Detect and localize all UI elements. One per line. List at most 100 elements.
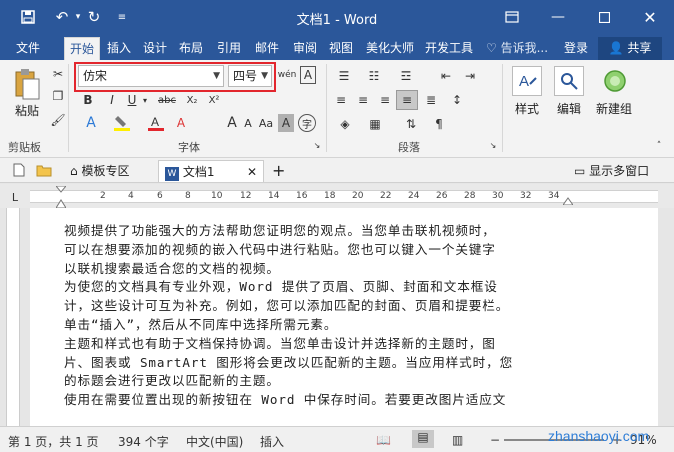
word-count[interactable]: 394 个字 — [118, 433, 169, 450]
tab-view[interactable]: 视图 — [324, 37, 358, 60]
bullets-icon[interactable]: ☰ — [332, 68, 356, 84]
close-icon[interactable]: ✕ — [247, 161, 257, 183]
align-center-icon[interactable]: ≡ — [354, 92, 372, 108]
paste-icon[interactable] — [12, 66, 42, 102]
vertical-ruler[interactable] — [6, 208, 20, 426]
change-case-icon[interactable]: Aa — [256, 114, 276, 132]
subscript-button[interactable]: X₂ — [182, 92, 202, 108]
align-left-icon[interactable]: ≡ — [332, 92, 350, 108]
text-effects-icon[interactable]: A — [82, 114, 100, 132]
borders-icon[interactable]: ▦ — [366, 116, 384, 132]
numbering-icon[interactable]: ☷ — [362, 68, 386, 84]
tab-design[interactable]: 设计 — [138, 37, 172, 60]
enclose-char-icon[interactable]: 字 — [298, 114, 316, 132]
tab-stop-icon[interactable]: L — [8, 190, 22, 204]
close-button[interactable]: ✕ — [632, 0, 668, 34]
shrink-font-icon[interactable]: A — [240, 114, 256, 132]
ruler-number: 18 — [324, 191, 336, 201]
bold-button[interactable]: B — [80, 92, 96, 108]
find-icon[interactable] — [554, 66, 584, 96]
read-mode-icon[interactable]: 📖 — [376, 433, 391, 447]
superscript-button[interactable]: X² — [204, 92, 224, 108]
horizontal-ruler[interactable]: L 2 4 6 8 10 12 14 16 18 20 22 24 26 28 … — [0, 184, 674, 208]
strikethrough-button[interactable]: abc — [156, 92, 178, 108]
cut-icon[interactable]: ✂ — [50, 66, 66, 82]
justify-icon[interactable]: ≡ — [396, 90, 418, 110]
tab-references[interactable]: 引用 — [212, 37, 246, 60]
tell-me-box[interactable]: ♡ 告诉我... — [486, 37, 548, 60]
doc-line: 单击“插入”，然后从不同库中选择所需元素。 — [64, 316, 338, 332]
line-spacing-icon[interactable]: ↕ — [446, 92, 468, 108]
insert-mode[interactable]: 插入 — [260, 433, 284, 450]
clear-format-icon[interactable]: A — [172, 114, 190, 132]
new-group-icon[interactable] — [600, 66, 630, 96]
highlight-icon[interactable] — [112, 114, 132, 132]
collapse-ribbon-icon[interactable]: ˄ — [652, 140, 666, 152]
vertical-scrollbar[interactable] — [658, 208, 674, 426]
indent-marker-icon[interactable] — [55, 186, 67, 208]
sort-icon[interactable]: ⇅ — [402, 116, 420, 132]
zoom-out-icon[interactable]: − — [490, 433, 500, 447]
copy-icon[interactable]: ❐ — [50, 88, 66, 104]
distributed-icon[interactable]: ≣ — [422, 92, 440, 108]
show-multi-window-button[interactable]: ▭ 显示多窗口 — [574, 160, 670, 182]
document-tab-bar: ⌂ 模板专区 W 文档1 ✕ + ▭ 显示多窗口 — [0, 158, 674, 183]
phonetic-guide-icon[interactable]: wén — [278, 66, 297, 84]
home-icon: ⌂ — [70, 164, 78, 178]
tab-layout[interactable]: 布局 — [174, 37, 208, 60]
underline-button[interactable]: U — [124, 92, 140, 108]
tab-document1[interactable]: W 文档1 ✕ — [158, 160, 264, 182]
ribbon-options-icon[interactable] — [494, 0, 530, 34]
grow-font-icon[interactable]: A — [224, 114, 240, 132]
language-indicator[interactable]: 中文(中国) — [186, 433, 243, 450]
document-page[interactable]: 视频提供了功能强大的方法帮助您证明您的观点。当您单击联机视频时， 可以在想要添加… — [30, 208, 658, 426]
styles-label: 样式 — [514, 102, 539, 116]
right-indent-marker-icon[interactable] — [563, 196, 573, 206]
share-button[interactable]: 👤 共享 — [598, 37, 662, 60]
tab-developer[interactable]: 开发工具 — [420, 37, 478, 60]
paragraph-dialog-launcher-icon[interactable]: ↘ — [488, 140, 498, 150]
ruler-number: 14 — [268, 191, 280, 201]
ruler-number: 8 — [185, 191, 191, 201]
ruler-number: 12 — [240, 191, 252, 201]
increase-indent-icon[interactable]: ⇥ — [460, 68, 480, 84]
doc-line: 可以在想要添加的视频的嵌入代码中进行粘贴。您也可以键入一个关键字 — [64, 241, 496, 257]
share-label: 共享 — [627, 41, 652, 55]
ruler-number: 10 — [211, 191, 223, 201]
page-count[interactable]: 第 1 页，共 1 页 — [8, 433, 99, 450]
tab-file[interactable]: 文件 — [8, 37, 48, 60]
minimize-button[interactable]: — — [540, 0, 576, 34]
format-painter-icon[interactable]: 🖌 — [50, 112, 66, 128]
styles-icon[interactable]: A — [512, 66, 542, 96]
add-tab-button[interactable]: + — [272, 160, 290, 182]
tab-mailings[interactable]: 邮件 — [250, 37, 284, 60]
multilevel-list-icon[interactable]: ☲ — [394, 68, 418, 84]
tab-review[interactable]: 审阅 — [288, 37, 322, 60]
tab-template-zone[interactable]: ⌂ 模板专区 — [70, 160, 154, 182]
show-marks-icon[interactable]: ¶ — [430, 116, 448, 132]
shading-icon[interactable]: ◈ — [336, 116, 354, 132]
italic-button[interactable]: I — [104, 92, 120, 108]
ruler-number: 6 — [157, 191, 163, 201]
char-shading-icon[interactable]: A — [278, 114, 294, 132]
decrease-indent-icon[interactable]: ⇤ — [436, 68, 456, 84]
align-right-icon[interactable]: ≡ — [376, 92, 394, 108]
font-dialog-launcher-icon[interactable]: ↘ — [312, 140, 322, 150]
web-layout-icon[interactable]: ▥ — [452, 433, 463, 447]
folder-icon[interactable] — [36, 163, 52, 177]
chevron-down-icon[interactable]: ▾ — [140, 92, 150, 108]
tab-home[interactable]: 开始 — [64, 37, 100, 60]
tab-insert[interactable]: 插入 — [102, 37, 136, 60]
tab-beautify[interactable]: 美化大师 — [360, 37, 420, 60]
maximize-button[interactable] — [586, 0, 622, 34]
font-color-icon[interactable]: A — [146, 114, 166, 132]
doc-line: 计，这些设计可互为补充。例如，您可以添加匹配的封面、页眉和提要栏。 — [64, 298, 510, 314]
doc-line: 主题和样式也有助于文档保持协调。当您单击设计并选择新的主题时，图 — [64, 335, 496, 351]
char-border-icon[interactable]: A — [300, 66, 316, 84]
new-file-icon[interactable] — [12, 163, 26, 177]
person-icon: 👤 — [608, 41, 624, 55]
print-layout-icon[interactable]: ▤ — [412, 430, 434, 448]
document-body[interactable]: 视频提供了功能强大的方法帮助您证明您的观点。当您单击联机视频时， 可以在想要添加… — [64, 222, 594, 410]
font-group-label: 字体 — [178, 141, 200, 154]
login-link[interactable]: 登录 — [564, 37, 588, 60]
